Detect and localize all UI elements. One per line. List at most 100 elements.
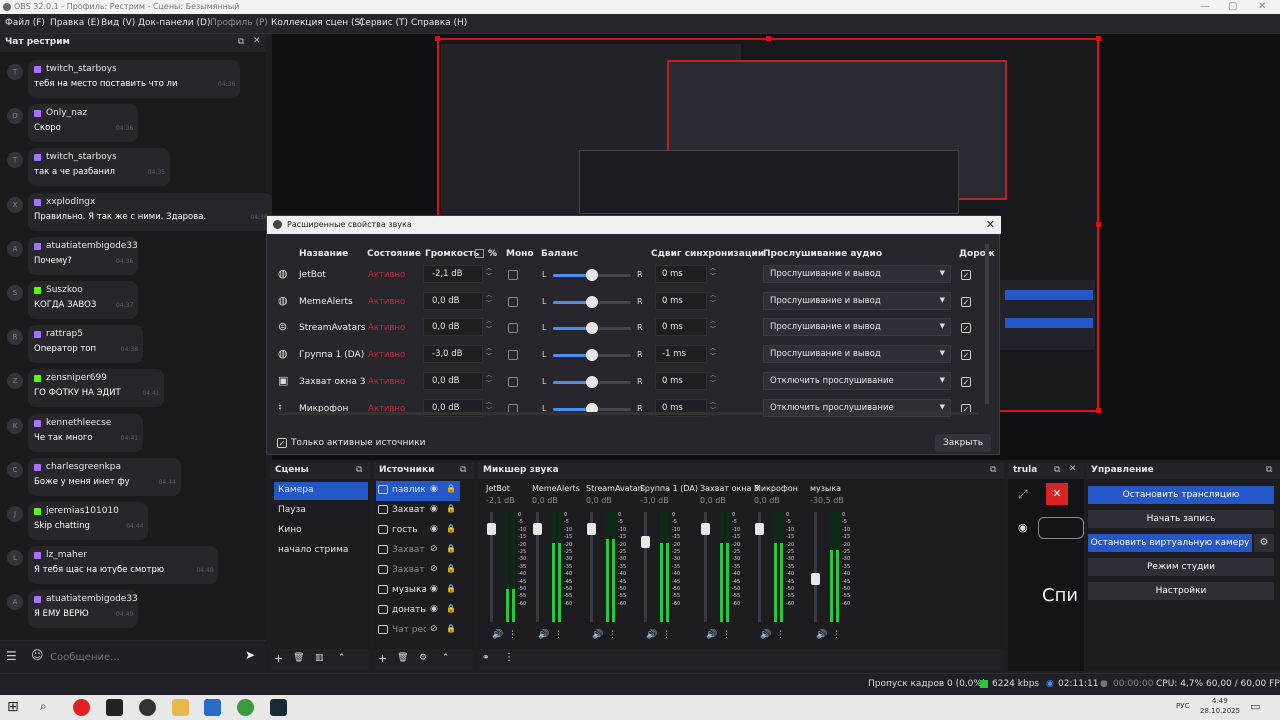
monitoring-select[interactable]: Прослушивание и вывод ▼ — [763, 318, 951, 337]
sync-offset-input[interactable]: -1 ms — [655, 345, 707, 364]
track-checkbox[interactable]: ✓ — [961, 270, 971, 280]
maximize-icon[interactable]: ▢ — [1228, 1, 1237, 12]
mono-checkbox[interactable] — [508, 376, 518, 387]
more-icon[interactable]: ⋮ — [554, 630, 563, 640]
notifications-icon[interactable]: ▭ — [1250, 700, 1260, 713]
volume-input[interactable]: 0,0 dB — [423, 318, 483, 337]
close-dialog-button[interactable]: Закрыть — [935, 434, 991, 452]
eye-icon[interactable]: ◉ — [430, 604, 438, 614]
sync-spinner[interactable]: ︿ ﹀ — [707, 318, 719, 336]
clock-date[interactable]: 28.10.2025 — [1200, 707, 1240, 715]
speaker-icon[interactable]: 🔊 — [646, 630, 657, 640]
volume-spinner[interactable]: ︿ ﹀ — [483, 292, 495, 310]
track-checkbox[interactable]: ✓ — [961, 323, 971, 334]
lock-icon[interactable]: 🔒 — [446, 544, 456, 553]
resize-handle[interactable] — [1096, 408, 1101, 413]
balance-slider-knob[interactable] — [586, 322, 598, 335]
mono-checkbox[interactable] — [508, 296, 518, 307]
lock-icon[interactable]: 🔒 — [446, 484, 456, 493]
link-icon[interactable]: ⚭ — [482, 653, 490, 663]
mono-checkbox[interactable] — [508, 270, 518, 280]
volume-fader-track[interactable] — [814, 512, 817, 622]
more-icon[interactable]: ⋮ — [662, 630, 671, 640]
resize-handle[interactable] — [1096, 36, 1101, 41]
volume-fader-knob[interactable] — [811, 573, 820, 585]
scrollbar[interactable] — [985, 244, 989, 404]
menu-item[interactable]: Профиль (P) — [210, 18, 268, 28]
start-recording-button[interactable]: Начать запись — [1088, 510, 1274, 528]
more-icon[interactable]: ⋮ — [508, 630, 517, 640]
volume-spinner[interactable]: ︿ ﹀ — [483, 265, 495, 283]
monitoring-select[interactable]: Отключить прослушивание ▼ — [763, 371, 951, 390]
track-checkbox[interactable]: ✓ — [961, 376, 971, 387]
more-icon[interactable]: ⋮ — [504, 652, 514, 663]
chrome-icon[interactable] — [237, 699, 254, 716]
volume-spinner[interactable]: ︿ ﹀ — [483, 345, 495, 363]
more-icon[interactable]: ⋮ — [608, 630, 617, 640]
float-icon[interactable]: ⧉ — [1054, 465, 1060, 475]
eye-icon[interactable]: ◉ — [430, 484, 438, 494]
balance-slider-knob[interactable] — [586, 349, 598, 362]
menu-item[interactable]: Файл (F) — [5, 18, 45, 28]
volume-fader-knob[interactable] — [755, 523, 764, 535]
monitoring-select[interactable]: Прослушивание и вывод ▼ — [763, 345, 951, 364]
lock-icon[interactable]: 🔒 — [446, 584, 456, 593]
clock-time[interactable]: 4:49 — [1212, 697, 1228, 705]
speaker-icon[interactable]: 🔊 — [760, 630, 771, 640]
balance-slider-knob[interactable] — [586, 375, 598, 388]
source-item[interactable]: Захват ◉ 🔒 — [376, 501, 460, 521]
opera-icon[interactable] — [73, 699, 90, 716]
volume-spinner[interactable]: ︿ ﹀ — [483, 318, 495, 336]
float-icon[interactable]: ⧉ — [356, 465, 362, 475]
scene-item[interactable]: начало стрима — [274, 542, 368, 560]
float-icon[interactable]: ⧉ — [460, 465, 466, 475]
close-dock-icon[interactable]: ✕ — [253, 36, 261, 46]
send-icon[interactable]: ➤ — [245, 648, 255, 662]
sync-offset-input[interactable]: 0 ms — [655, 291, 707, 310]
steam-icon[interactable] — [270, 699, 287, 716]
source-item[interactable]: музыка ◉ 🔒 — [376, 581, 460, 601]
search-icon[interactable]: ⌕ — [40, 699, 57, 716]
menu-item[interactable]: Док-панели (D) — [138, 18, 210, 28]
resize-handle[interactable] — [435, 36, 440, 41]
source-item[interactable]: Чат рес ⊘ 🔒 — [376, 621, 460, 641]
remove-icon[interactable]: 🗑 — [293, 653, 304, 663]
monitoring-select[interactable]: Прослушивание и вывод ▼ — [763, 291, 951, 310]
monitoring-select[interactable]: Прослушивание и вывод ▼ — [763, 265, 951, 283]
move-up-icon[interactable]: ⌃ — [442, 653, 450, 663]
sync-spinner[interactable]: ︿ ﹀ — [707, 265, 719, 283]
add-icon[interactable]: + — [274, 652, 283, 665]
volume-input[interactable]: -2,1 dB — [423, 265, 483, 283]
expand-icon[interactable]: ⤢ — [1018, 487, 1028, 502]
move-up-icon[interactable]: ⌃ — [338, 653, 346, 663]
source-item[interactable]: Захват ⊘ 🔒 — [376, 541, 460, 561]
volume-fader-knob[interactable] — [487, 523, 496, 535]
speaker-icon[interactable]: 🔊 — [706, 630, 717, 640]
sync-offset-input[interactable]: 0 ms — [655, 371, 707, 390]
resize-handle[interactable] — [766, 36, 771, 41]
stop-virtual-camera-button[interactable]: Остановить виртуальную камеру — [1088, 534, 1252, 552]
settings-button[interactable]: Настройки — [1088, 582, 1274, 600]
source-item[interactable]: гость ◉ 🔒 — [376, 521, 460, 541]
close-dock-icon[interactable]: ✕ — [1069, 464, 1077, 474]
lock-icon[interactable]: 🔒 — [446, 624, 456, 633]
mute-icon[interactable]: ✕ — [1046, 483, 1068, 505]
track-checkbox[interactable]: ✓ — [961, 296, 971, 307]
menu-item[interactable]: Справка (H) — [411, 18, 467, 28]
lock-icon[interactable]: 🔒 — [446, 564, 456, 573]
volume-fader-track[interactable] — [644, 512, 647, 622]
volume-fader-knob[interactable] — [701, 523, 710, 535]
volume-input[interactable]: 0,0 dB — [423, 291, 483, 310]
speaker-icon[interactable]: 🔊 — [816, 630, 827, 640]
windows-start-icon[interactable]: ⊞ — [7, 699, 24, 716]
volume-fader-knob[interactable] — [533, 523, 542, 535]
menu-item[interactable]: Сервис (T) — [359, 18, 408, 28]
more-icon[interactable]: ⋮ — [776, 630, 785, 640]
volume-input[interactable]: 0,0 dB — [423, 371, 483, 390]
mono-checkbox[interactable] — [508, 323, 518, 334]
source-item[interactable]: павлик ◉ 🔒 — [376, 481, 460, 501]
volume-fader-knob[interactable] — [587, 523, 596, 535]
speaker-icon[interactable]: 🔊 — [538, 630, 549, 640]
speaker-icon[interactable]: 🔊 — [592, 630, 603, 640]
source-item[interactable]: Захват ⊘ 🔒 — [376, 561, 460, 581]
